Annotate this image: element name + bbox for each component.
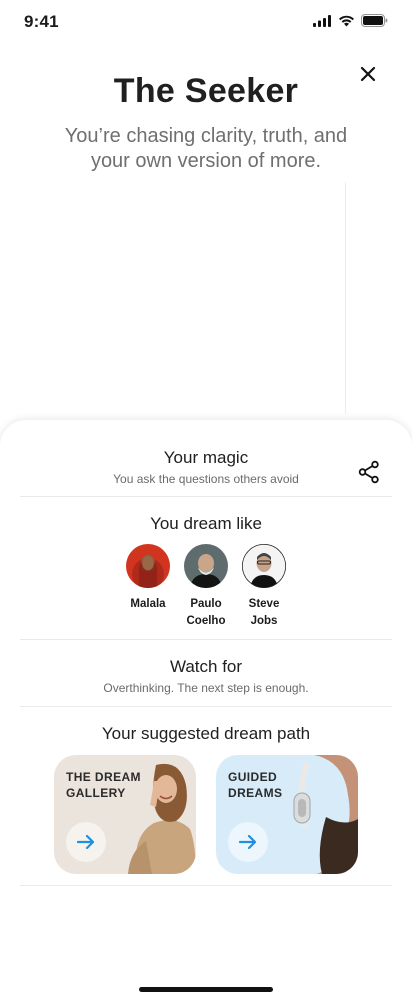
dream-path-section: Your suggested dream path xyxy=(20,724,392,744)
guided-dreams-card[interactable]: GUIDED DREAMS xyxy=(216,755,358,874)
status-icons xyxy=(313,14,388,27)
page-subtitle: You’re chasing clarity, truth, and your … xyxy=(64,125,348,172)
avatar xyxy=(242,544,286,588)
avatar xyxy=(184,544,228,588)
dream-path-title: Your suggested dream path xyxy=(101,724,311,743)
dream-path-cards: THE DREAM GALLERY GUIDED DREAMS xyxy=(54,755,358,874)
home-indicator[interactable] xyxy=(139,987,273,992)
person-steve-jobs[interactable]: Steve Jobs xyxy=(241,544,287,630)
result-sheet xyxy=(0,420,412,1002)
status-time: 9:41 xyxy=(24,12,59,31)
magic-title: Your magic xyxy=(163,448,249,467)
wifi-icon xyxy=(339,15,354,26)
share-icon xyxy=(358,460,379,484)
avatar xyxy=(126,544,170,588)
arrow-right-icon xyxy=(239,834,257,850)
arrow-right-icon xyxy=(77,834,95,850)
share-button[interactable] xyxy=(358,460,380,484)
page-title: The Seeker xyxy=(113,72,299,110)
watch-title: Watch for xyxy=(169,657,243,676)
watch-section: Watch for Overthinking. The next step is… xyxy=(20,657,392,695)
card-label: GUIDED DREAMS xyxy=(228,770,283,800)
divider xyxy=(20,885,392,886)
person-malala[interactable]: Malala xyxy=(125,544,171,630)
divider xyxy=(20,639,392,640)
divider xyxy=(345,182,346,414)
card-label: THE DREAM GALLERY xyxy=(66,770,141,800)
magic-subtitle: You ask the questions others avoid xyxy=(113,472,299,486)
person-name: Steve Jobs xyxy=(248,598,280,627)
person-name: Paulo Coelho xyxy=(186,598,226,627)
dream-gallery-card[interactable]: THE DREAM GALLERY xyxy=(54,755,196,874)
person-paulo-coelho[interactable]: Paulo Coelho xyxy=(183,544,229,630)
open-gallery-button[interactable] xyxy=(66,822,106,862)
open-guided-dreams-button[interactable] xyxy=(228,822,268,862)
watch-subtitle: Overthinking. The next step is enough. xyxy=(103,681,309,695)
divider xyxy=(20,706,392,707)
magic-section: Your magic You ask the questions others … xyxy=(20,448,392,486)
divider xyxy=(20,496,392,497)
people-list: Malala Paulo Coelho Steve Jobs xyxy=(0,544,412,630)
dream-like-section: You dream like xyxy=(20,514,392,534)
signal-icon xyxy=(313,14,331,27)
person-name: Malala xyxy=(130,598,166,610)
battery-icon xyxy=(361,14,388,27)
status-bar: 9:41 xyxy=(0,0,412,44)
dream-like-title: You dream like xyxy=(150,514,262,533)
